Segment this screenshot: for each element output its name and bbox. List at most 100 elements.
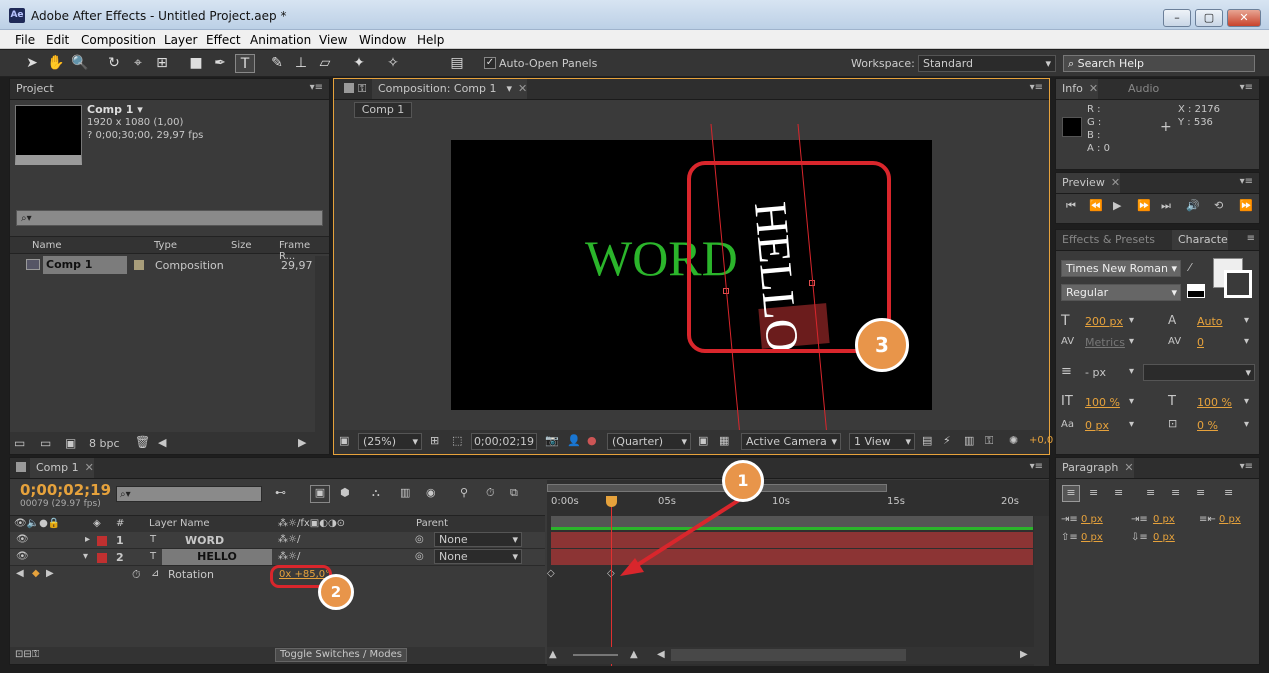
indent-left-value[interactable]: 0 px (1081, 514, 1103, 525)
graph-editor-icon[interactable]: ⚲ (460, 486, 468, 499)
panel-menu-icon[interactable]: ▾≡ (310, 82, 323, 93)
toggle-switches-button[interactable]: Toggle Switches / Modes (275, 648, 407, 662)
exposure-value[interactable]: +0,0 (1029, 435, 1053, 446)
layer-switches[interactable]: ⁂☼/ (278, 551, 300, 562)
chevron-down-icon[interactable]: ▾ (1244, 419, 1249, 430)
pick-whip-icon[interactable]: ◎ (415, 534, 424, 545)
align-right-icon[interactable]: ≡ (1114, 486, 1123, 499)
parent-dropdown[interactable]: None ▾ (434, 532, 522, 547)
hide-shy-icon[interactable]: ⬢ (340, 486, 350, 499)
trash-icon[interactable]: 🗑 (135, 435, 150, 449)
graph-icon[interactable]: ⊿ (151, 568, 159, 579)
close-button[interactable]: ✕ (1227, 9, 1261, 27)
eye-icon[interactable]: 👁 (16, 534, 29, 545)
layer-row[interactable]: 👁 ▸ 1 T WORD ⁂☼/ ◎ None ▾ (10, 532, 545, 549)
panel-toggle-icon[interactable]: ▤ (447, 54, 467, 73)
font-family-dropdown[interactable]: Times New Roman ▾ (1061, 260, 1181, 277)
timeline-icon[interactable]: ▥ (964, 434, 974, 447)
stroke-style-dropdown[interactable]: ▾ (1143, 364, 1255, 381)
tsume-value[interactable]: 0 % (1197, 419, 1218, 432)
col-layer-name[interactable]: Layer Name (149, 518, 210, 529)
tab-info[interactable]: Info ✕ (1056, 79, 1099, 99)
col-type[interactable]: Type (154, 240, 177, 251)
comp-mini-flowchart-icon[interactable]: ⊷ (275, 486, 286, 499)
camera-dropdown[interactable]: Active Camera ▾ (741, 433, 841, 450)
next-frame-icon[interactable]: ⏩ (1137, 199, 1151, 212)
tab-audio[interactable]: Audio (1122, 79, 1159, 99)
label-color-swatch[interactable] (134, 260, 144, 270)
next-keyframe-icon[interactable]: ▶ (46, 568, 54, 579)
chevron-down-icon[interactable]: ▾ (1129, 336, 1134, 347)
layer-row[interactable]: 👁 ▾ 2 T HELLO ⁂☼/ ◎ None ▾ (10, 549, 545, 566)
black-white-swatch[interactable] (1187, 284, 1205, 298)
scroll-left-icon[interactable]: ◀ (158, 436, 166, 449)
panel-menu-icon[interactable]: ▾≡ (1240, 176, 1253, 187)
ram-preview-icon[interactable]: ⏩ (1239, 199, 1253, 212)
indent-right-value[interactable]: 0 px (1219, 514, 1241, 525)
stopwatch-icon[interactable]: ⏱ (132, 568, 141, 582)
expand-arrow-icon[interactable]: ▸ (85, 534, 90, 545)
pan-behind-tool-icon[interactable]: ⊞ (152, 54, 172, 73)
minimize-button[interactable]: – (1163, 9, 1191, 27)
graph-icon[interactable]: ⧉ (510, 486, 518, 500)
col-size[interactable]: Size (231, 240, 252, 251)
tab-comp1[interactable]: Comp 1 ✕ (30, 458, 94, 478)
tab-character[interactable]: Characte (1172, 230, 1228, 250)
loop-icon[interactable]: ⟲ (1214, 199, 1223, 212)
scroll-right-icon[interactable]: ▶ (1020, 649, 1028, 660)
tab-project[interactable]: Project (10, 79, 54, 99)
project-item-row[interactable]: Comp 1 Composition 29,97 (10, 256, 315, 274)
zoom-dropdown[interactable]: (25%) ▾ (358, 433, 422, 450)
roto-brush-tool-icon[interactable]: ✦ (349, 54, 369, 73)
eye-icon[interactable]: 👁 (16, 551, 29, 562)
leading-value[interactable]: Auto (1197, 315, 1223, 328)
search-help-input[interactable]: ⌕ Search Help (1063, 55, 1255, 72)
flowchart-icon[interactable]: ⚿ (985, 434, 993, 448)
lock-icon[interactable] (16, 462, 26, 472)
align-center-icon[interactable]: ≡ (1089, 486, 1098, 499)
fast-draft-icon[interactable]: ⚡ (943, 434, 951, 447)
label-color-swatch[interactable] (97, 536, 107, 546)
comp-timecode[interactable]: 0;00;02;19 (471, 433, 537, 450)
menu-layer[interactable]: Layer (164, 33, 197, 47)
play-icon[interactable]: ▶ (1113, 199, 1121, 212)
font-size-value[interactable]: 200 px (1085, 315, 1123, 328)
eraser-tool-icon[interactable]: ▱ (315, 54, 335, 73)
col-name[interactable]: Name (32, 240, 62, 251)
tab-composition[interactable]: Composition: Comp 1 ▾ ✕ (372, 79, 528, 99)
clone-tool-icon[interactable]: ⊥ (291, 54, 311, 73)
indent-first-value[interactable]: 0 px (1153, 514, 1175, 525)
eyedropper-icon[interactable]: ⁄ (1189, 261, 1191, 274)
tab-effects-presets[interactable]: Effects & Presets (1056, 230, 1155, 250)
frame-blending-icon[interactable]: ⛬ (372, 486, 380, 500)
stroke-width-value[interactable]: - px (1085, 366, 1106, 379)
comp-icon[interactable]: ⊡⊟⚿ (15, 649, 39, 660)
menu-view[interactable]: View (319, 33, 347, 47)
scroll-left-icon[interactable]: ◀ (657, 649, 665, 660)
tracking-value[interactable]: 0 (1197, 336, 1204, 349)
timeline-horizontal-scrollbar[interactable] (671, 649, 906, 661)
pen-tool-icon[interactable]: ✒ (210, 54, 230, 73)
parent-dropdown[interactable]: None ▾ (434, 549, 522, 564)
workspace-dropdown[interactable]: Standard ▾ (918, 55, 1056, 72)
brainstorm-icon[interactable]: ◉ (426, 486, 436, 499)
keyframe-icon[interactable]: ◇ (547, 568, 555, 579)
chevron-down-icon[interactable]: ▾ (1129, 419, 1134, 430)
panel-menu-icon[interactable]: ≡ (1247, 233, 1255, 244)
chevron-down-icon[interactable]: ▾ (1244, 396, 1249, 407)
resolution-dropdown[interactable]: (Quarter) ▾ (607, 433, 691, 450)
project-scrollbar[interactable] (315, 256, 329, 432)
maximize-button[interactable]: ▢ (1195, 9, 1223, 27)
new-comp-icon[interactable]: ▣ (65, 436, 76, 450)
puppet-tool-icon[interactable]: ✧ (383, 54, 403, 73)
rectangle-tool-icon[interactable]: ■ (186, 54, 206, 73)
interpret-footage-icon[interactable]: ▭ (14, 436, 25, 450)
toggle-pixel-icon[interactable]: ▤ (922, 434, 932, 447)
horizontal-scale-value[interactable]: 100 % (1197, 396, 1232, 409)
layer-switches[interactable]: ⁂☼/ (278, 534, 300, 545)
vertical-scale-value[interactable]: 100 % (1085, 396, 1120, 409)
col-parent[interactable]: Parent (416, 518, 448, 529)
menu-effect[interactable]: Effect (206, 33, 241, 47)
zoom-slider[interactable] (573, 654, 618, 656)
chevron-down-icon[interactable]: ▾ (1244, 336, 1249, 347)
